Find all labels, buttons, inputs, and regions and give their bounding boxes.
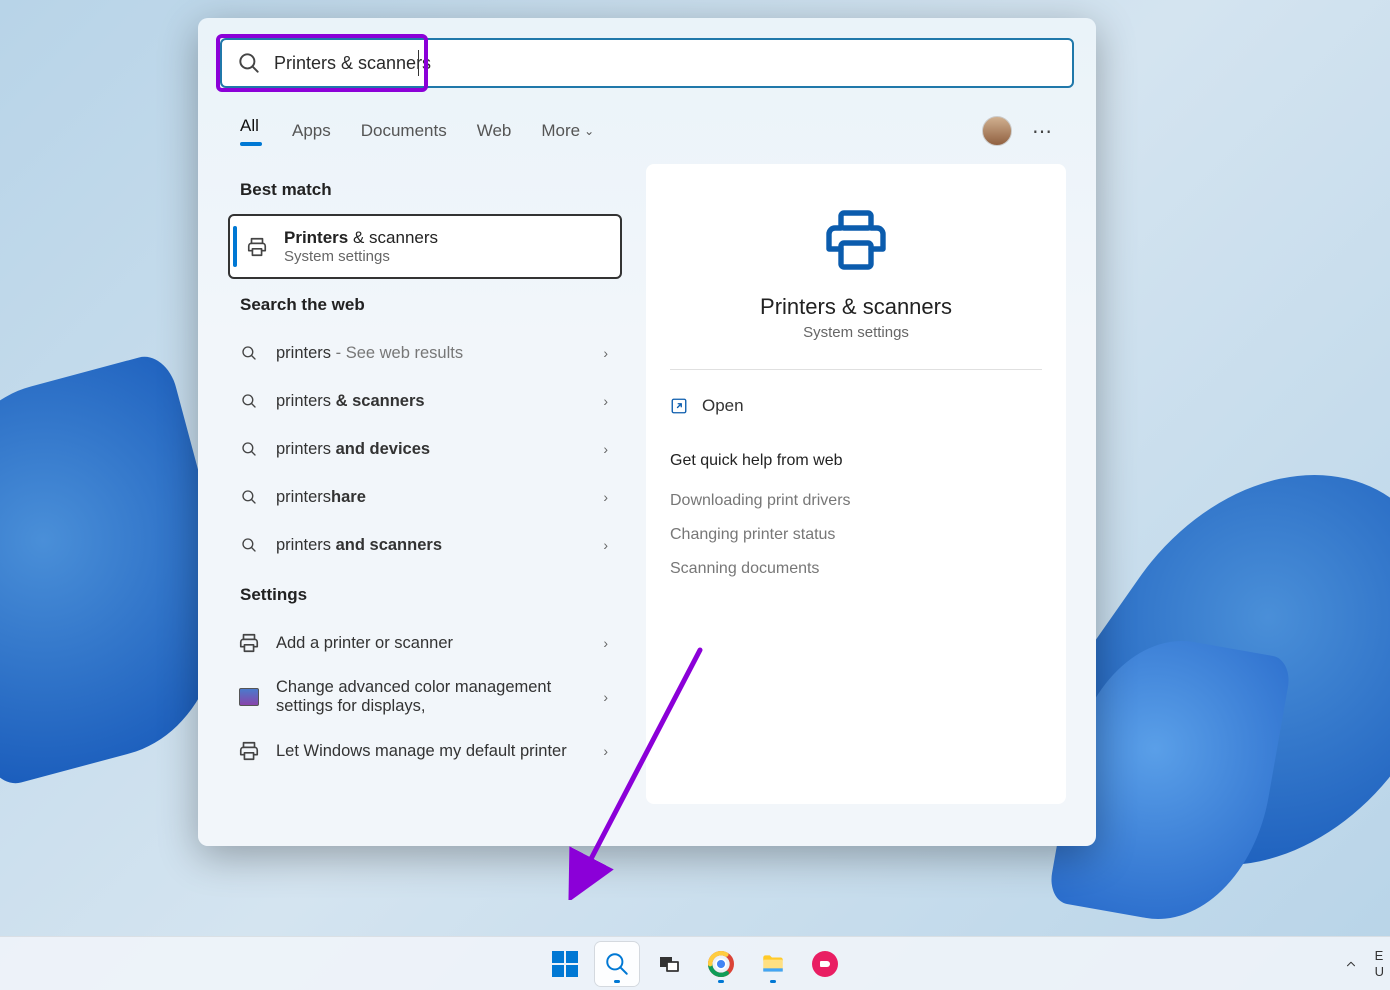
chevron-up-icon — [1344, 957, 1358, 971]
chevron-right-icon: › — [603, 345, 608, 361]
chevron-right-icon: › — [603, 689, 608, 705]
task-view-icon — [657, 952, 681, 976]
best-match-title: Printers & scanners — [284, 228, 438, 248]
search-icon — [236, 532, 262, 558]
help-link-1[interactable]: Changing printer status — [670, 518, 1042, 552]
result-label: printers and devices — [276, 440, 589, 459]
chevron-right-icon: › — [603, 635, 608, 651]
quick-help-heading: Get quick help from web — [670, 452, 1042, 470]
taskbar-search-button[interactable] — [595, 942, 639, 986]
chevron-right-icon: › — [603, 489, 608, 505]
open-icon — [670, 397, 688, 415]
search-icon — [236, 388, 262, 414]
open-label: Open — [702, 396, 744, 416]
preview-title: Printers & scanners — [670, 294, 1042, 320]
help-link-0[interactable]: Downloading print drivers — [670, 484, 1042, 518]
web-result-0[interactable]: printers - See web results › — [228, 329, 622, 377]
settings-result-0[interactable]: Add a printer or scanner › — [228, 619, 622, 667]
windows-logo-icon — [552, 951, 578, 977]
tab-web[interactable]: Web — [477, 113, 512, 149]
tab-apps[interactable]: Apps — [292, 113, 331, 149]
language-indicator[interactable]: EU — [1375, 948, 1384, 979]
web-result-1[interactable]: printers & scanners › — [228, 377, 622, 425]
tab-more[interactable]: More ⌄ — [541, 113, 594, 149]
result-label: printers and scanners — [276, 536, 589, 555]
file-explorer-button[interactable] — [751, 942, 795, 986]
printer-icon — [236, 630, 262, 656]
result-label: Let Windows manage my default printer — [276, 742, 589, 761]
preview-subtitle: System settings — [670, 324, 1042, 341]
best-match-heading: Best match — [240, 180, 622, 200]
search-icon — [236, 340, 262, 366]
app-icon — [812, 951, 838, 977]
chevron-down-icon: ⌄ — [584, 124, 594, 138]
search-input[interactable] — [274, 53, 1058, 74]
printer-icon — [244, 234, 270, 260]
search-box[interactable] — [220, 38, 1074, 88]
chrome-icon — [708, 951, 734, 977]
result-label: printershare — [276, 488, 589, 507]
chevron-right-icon: › — [603, 537, 608, 553]
search-icon — [604, 951, 630, 977]
best-match-subtitle: System settings — [284, 248, 438, 265]
result-label: printers - See web results — [276, 344, 589, 363]
search-panel: All Apps Documents Web More ⌄ ⋯ Best mat… — [198, 18, 1096, 846]
chevron-right-icon: › — [603, 393, 608, 409]
search-icon — [236, 484, 262, 510]
folder-icon — [760, 951, 786, 977]
display-icon — [236, 684, 262, 710]
printer-icon — [670, 204, 1042, 276]
settings-result-1[interactable]: Change advanced color management setting… — [228, 667, 622, 727]
preview-pane: Printers & scanners System settings Open… — [646, 164, 1066, 804]
search-icon — [236, 50, 262, 76]
user-avatar[interactable] — [982, 116, 1012, 146]
help-link-2[interactable]: Scanning documents — [670, 552, 1042, 586]
chevron-right-icon: › — [603, 743, 608, 759]
search-icon — [236, 436, 262, 462]
printer-icon — [236, 738, 262, 764]
search-web-heading: Search the web — [240, 295, 622, 315]
chevron-right-icon: › — [603, 441, 608, 457]
open-action[interactable]: Open — [670, 388, 1042, 424]
settings-heading: Settings — [240, 585, 622, 605]
web-result-4[interactable]: printers and scanners › — [228, 521, 622, 569]
web-result-2[interactable]: printers and devices › — [228, 425, 622, 473]
chrome-button[interactable] — [699, 942, 743, 986]
result-label: Change advanced color management setting… — [276, 678, 589, 716]
task-view-button[interactable] — [647, 942, 691, 986]
best-match-result[interactable]: Printers & scanners System settings — [228, 214, 622, 279]
web-result-3[interactable]: printershare › — [228, 473, 622, 521]
search-filter-tabs: All Apps Documents Web More ⌄ ⋯ — [198, 98, 1096, 154]
tab-all[interactable]: All — [240, 108, 262, 154]
more-options-button[interactable]: ⋯ — [1032, 119, 1054, 144]
result-label: printers & scanners — [276, 392, 589, 411]
taskbar: EU — [0, 936, 1390, 990]
tray-overflow-button[interactable] — [1337, 950, 1365, 978]
result-label: Add a printer or scanner — [276, 634, 589, 653]
tab-documents[interactable]: Documents — [361, 113, 447, 149]
start-button[interactable] — [543, 942, 587, 986]
settings-result-2[interactable]: Let Windows manage my default printer › — [228, 727, 622, 775]
pinned-app-button[interactable] — [803, 942, 847, 986]
